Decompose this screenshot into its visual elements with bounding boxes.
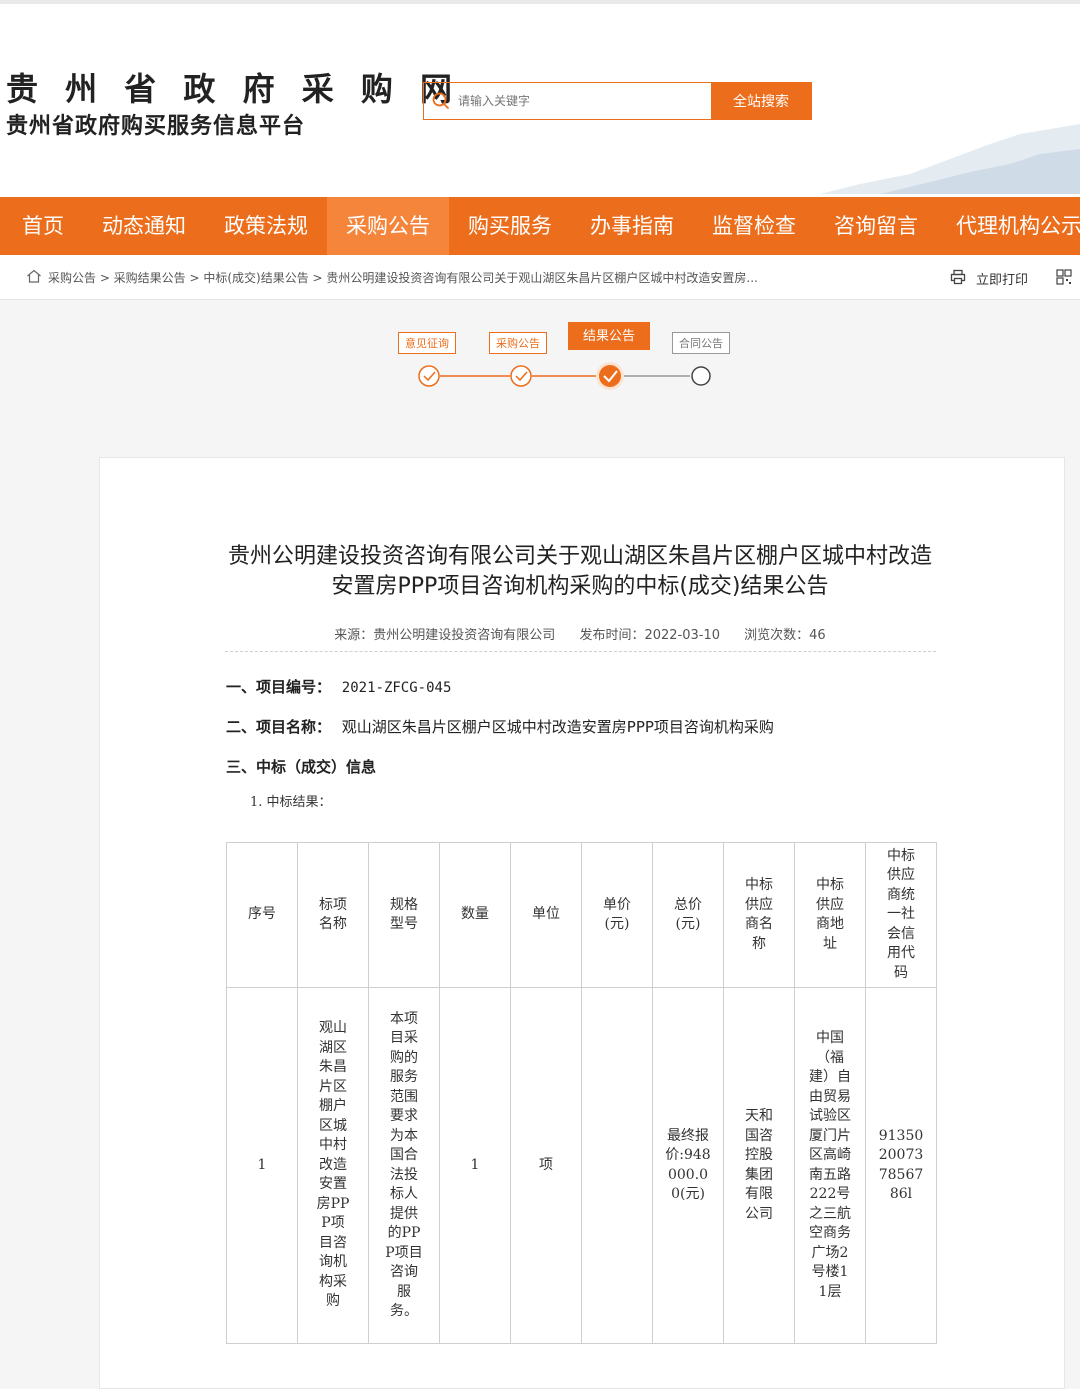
cell-supplier-name: 天和国咨控股集团有限公司 [745,1108,773,1222]
search-input[interactable] [458,83,711,119]
article-meta: 来源：贵州公明建设投资咨询有限公司 发布时间：2022-03-10 浏览次数：4… [220,624,940,643]
table-header-row: 序号 标项名称 规格型号 数量 单位 单价(元) 总价(元) 中标供应商名称 中… [226,842,937,988]
nav-policy[interactable]: 政策法规 [205,197,327,255]
main-nav: 首页 动态通知 政策法规 采购公告 购买服务 办事指南 监督检查 咨询留言 代理… [0,197,1080,255]
header-item-name: 标项名称 [319,896,347,933]
project-number: 2021-ZFCG-045 [341,680,452,696]
article-source: 来源：贵州公明建设投资咨询有限公司 [334,628,556,643]
project-name: 观山湖区朱昌片区棚户区城中村改造安置房PPP项目咨询机构采购 [341,718,774,736]
project-name-row: 二、项目名称： 观山湖区朱昌片区棚户区城中村改造安置房PPP项目咨询机构采购 [226,716,774,737]
table-row: 1 观山湖区朱昌片区棚户区城中村改造安置房PPP项目咨询机构采购 本项目采购的服… [226,987,937,1344]
cell-spec: 本项目采购的服务范围要求为本国合法投标人提供的PPP项目咨询服务。 [385,1010,423,1320]
header-supplier-address: 中标供应商地址 [816,877,844,952]
nav-procurement-notice[interactable]: 采购公告 [327,197,449,255]
cell-credit-code: 91350200737856786l [878,1127,924,1203]
print-button[interactable]: 立即打印 [950,269,1028,288]
process-steps: 意见征询 采购公告 结果公告 合同公告 [0,320,1080,400]
project-name-label: 二、项目名称： [226,718,332,736]
article-title: 贵州公明建设投资咨询有限公司关于观山湖区朱昌片区棚户区城中村改造安置房PPP项目… [227,544,932,599]
search-button[interactable]: 全站搜索 [711,83,811,119]
qr-code-icon[interactable] [1056,269,1072,288]
home-icon[interactable] [26,269,42,286]
header-unit: 单位 [532,906,560,923]
result-table: 序号 标项名称 规格型号 数量 单位 单价(元) 总价(元) 中标供应商名称 中… [226,842,937,1344]
mountain-decoration [820,124,1080,194]
header-quantity: 数量 [461,906,489,923]
subheading-result: 1. 中标结果： [250,795,332,810]
cell-total-price: 最终报价:948000.00(元) [665,1127,711,1203]
breadcrumb-text[interactable]: 采购公告 > 采购结果公告 > 中标(成交)结果公告 > 贵州公明建设投资咨询有… [48,269,758,286]
nav-guide[interactable]: 办事指南 [571,197,693,255]
site-header: 贵 州 省 政 府 采 购 网 贵州省政府购买服务信息平台 全站搜索 [0,4,1080,197]
header-index: 序号 [248,906,276,923]
header-credit-code: 中标供应商统一社会信用代码 [887,847,915,981]
project-number-label: 一、项目编号： [226,678,332,696]
project-number-row: 一、项目编号： 2021-ZFCG-045 [226,676,451,697]
nav-agency[interactable]: 代理机构公示 [937,197,1080,255]
nav-consult[interactable]: 咨询留言 [815,197,937,255]
article-card: 贵州公明建设投资咨询有限公司关于观山湖区朱昌片区棚户区城中村改造安置房PPP项目… [99,457,1065,1389]
cell-supplier-address: 中国（福建）自由贸易试验区厦门片区高崎南五路222号之三航空商务广场2号楼11层 [809,1030,851,1300]
nav-supervision[interactable]: 监督检查 [693,197,815,255]
nav-news[interactable]: 动态通知 [83,197,205,255]
step-result[interactable]: 结果公告 [568,322,651,350]
nav-home[interactable]: 首页 [0,197,83,255]
breadcrumb-bar: 采购公告 > 采购结果公告 > 中标(成交)结果公告 > 贵州公明建设投资咨询有… [0,255,1080,300]
article-views: 浏览次数：46 [744,628,826,643]
step-contract[interactable]: 合同公告 [672,332,730,354]
site-subtitle: 贵州省政府购买服务信息平台 [6,114,306,139]
breadcrumb: 采购公告 > 采购结果公告 > 中标(成交)结果公告 > 贵州公明建设投资咨询有… [26,269,758,286]
cell-unit: 项 [539,1156,553,1173]
site-title[interactable]: 贵 州 省 政 府 采 购 网 [6,64,460,110]
section-3-title: 三、中标（成交）信息 [226,758,377,776]
header-spec: 规格型号 [390,896,418,933]
step-procurement[interactable]: 采购公告 [489,332,547,354]
print-label: 立即打印 [976,273,1029,288]
printer-icon [950,269,966,288]
header-unit-price: 单价(元) [603,896,631,933]
cell-item-name: 观山湖区朱昌片区棚户区城中村改造安置房PPP项目咨询机构采购 [316,1020,350,1310]
header-total-price: 总价(元) [674,896,702,933]
divider [225,651,936,652]
cell-index: 1 [257,1156,267,1173]
nav-purchase-service[interactable]: 购买服务 [449,197,571,255]
cell-quantity: 1 [470,1156,480,1173]
header-supplier-name: 中标供应商名称 [745,877,773,952]
step-consultation[interactable]: 意见征询 [398,332,456,354]
article-date: 发布时间：2022-03-10 [579,628,721,643]
section-3-heading: 三、中标（成交）信息 [226,756,376,777]
search-bar: 全站搜索 [423,82,812,120]
search-icon [424,83,458,119]
